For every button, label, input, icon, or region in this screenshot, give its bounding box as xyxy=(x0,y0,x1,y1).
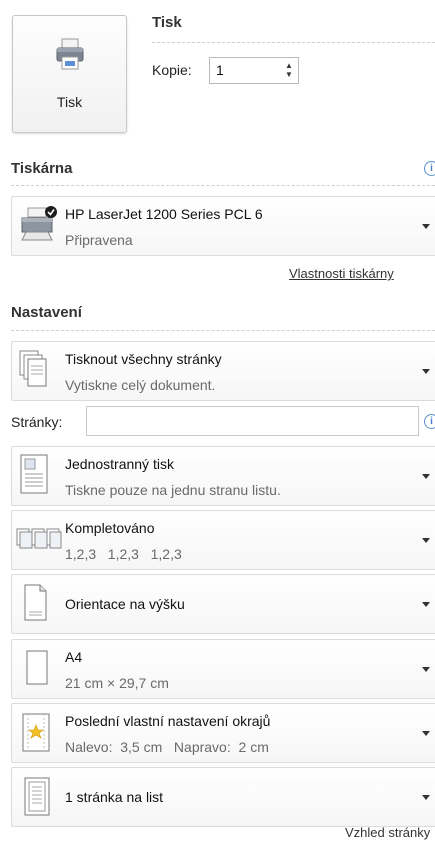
pages-per-sheet-icon xyxy=(24,777,50,820)
chevron-down-icon xyxy=(422,667,430,672)
print-button-label: Tisk xyxy=(56,94,83,110)
page-setup-link[interactable]: Vzhled stránky xyxy=(345,825,430,840)
chevron-down-icon xyxy=(422,224,430,229)
paper-size-icon xyxy=(26,650,48,689)
chevron-down-icon xyxy=(422,731,430,736)
sides-dropdown[interactable]: Jednostranný tisk Tiskne pouze na jednu … xyxy=(11,446,435,506)
divider xyxy=(152,42,435,43)
portrait-icon xyxy=(24,584,48,625)
orientation-dropdown[interactable]: Orientace na výšku xyxy=(11,574,435,634)
chevron-down-icon xyxy=(422,602,430,607)
paper-size-subtitle: 21 cm × 29,7 cm xyxy=(65,675,169,691)
spin-arrows-icon[interactable]: ▲ ▼ xyxy=(284,61,294,79)
pages-per-sheet-dropdown[interactable]: 1 stránka na list xyxy=(11,767,435,827)
print-section-title: Tisk xyxy=(152,14,182,31)
print-range-title: Tisknout všechny stránky xyxy=(65,351,222,367)
sides-subtitle: Tiskne pouze na jednu stranu listu. xyxy=(65,482,281,498)
collated-icon xyxy=(16,526,62,555)
collation-title: Kompletováno xyxy=(65,520,155,536)
pages-stack-icon xyxy=(19,350,49,391)
pages-input[interactable] xyxy=(86,406,419,436)
margins-icon xyxy=(22,713,50,756)
divider xyxy=(11,185,435,186)
collation-subtitle: 1,2,3 1,2,3 1,2,3 xyxy=(65,546,182,562)
paper-size-dropdown[interactable]: A4 21 cm × 29,7 cm xyxy=(11,639,435,699)
chevron-down-icon xyxy=(422,538,430,543)
printer-device-icon xyxy=(18,204,58,247)
pages-label: Stránky: xyxy=(11,414,63,430)
copies-label: Kopie: xyxy=(152,62,192,78)
divider xyxy=(11,330,435,331)
printer-name: HP LaserJet 1200 Series PCL 6 xyxy=(65,206,263,222)
copies-value: 1 xyxy=(216,62,224,78)
info-icon[interactable]: i xyxy=(424,414,435,429)
chevron-down-icon xyxy=(422,369,430,374)
printer-dropdown[interactable]: HP LaserJet 1200 Series PCL 6 Připravena xyxy=(11,196,435,256)
print-range-dropdown[interactable]: Tisknout všechny stránky Vytiskne celý d… xyxy=(11,341,435,401)
margins-dropdown[interactable]: Poslední vlastní nastavení okrajů Nalevo… xyxy=(11,703,435,763)
printer-section-title: Tiskárna xyxy=(11,160,73,177)
pages-per-sheet-title: 1 stránka na list xyxy=(65,789,164,805)
collation-dropdown[interactable]: Kompletováno 1,2,3 1,2,3 1,2,3 xyxy=(11,510,435,570)
orientation-title: Orientace na výšku xyxy=(65,596,185,612)
printer-icon xyxy=(56,38,84,73)
one-sided-icon xyxy=(20,454,50,499)
printer-status: Připravena xyxy=(65,232,133,248)
settings-section-title: Nastavení xyxy=(11,304,82,321)
info-icon[interactable]: i xyxy=(424,161,435,176)
paper-size-title: A4 xyxy=(65,649,83,665)
margins-title: Poslední vlastní nastavení okrajů xyxy=(65,713,271,729)
sides-title: Jednostranný tisk xyxy=(65,456,174,472)
printer-properties-link[interactable]: Vlastnosti tiskárny xyxy=(289,266,394,281)
chevron-down-icon xyxy=(422,795,430,800)
print-button[interactable]: Tisk xyxy=(12,15,127,133)
copies-stepper[interactable]: 1 ▲ ▼ xyxy=(209,57,299,84)
print-range-subtitle: Vytiskne celý dokument. xyxy=(65,377,216,393)
margins-subtitle: Nalevo: 3,5 cm Napravo: 2 cm xyxy=(65,739,269,755)
chevron-down-icon xyxy=(422,474,430,479)
